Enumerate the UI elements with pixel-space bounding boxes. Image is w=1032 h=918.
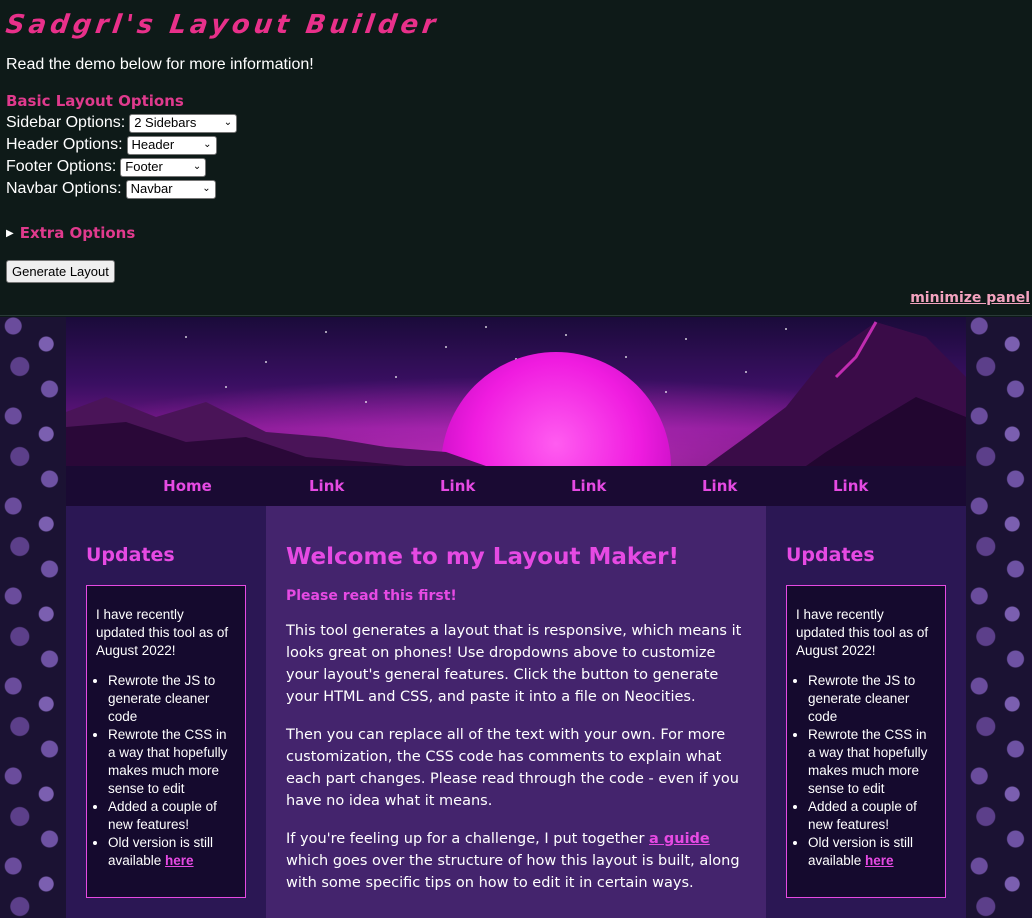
content-area: Updates I have recently updated this too… xyxy=(66,506,966,918)
header-banner-image xyxy=(66,317,966,466)
list-item: Old version is still available here xyxy=(108,834,236,870)
right-sidebar-heading: Updates xyxy=(786,544,875,566)
left-updates-list: Rewrote the JS to generate cleaner code … xyxy=(96,672,236,870)
old-version-text: Old version is still available xyxy=(108,835,214,868)
background-pattern-right xyxy=(966,317,1032,918)
right-updates-intro: I have recently updated this tool as of … xyxy=(796,607,929,658)
sidebar-option-row: Sidebar Options: 2 Sidebars ⌄ xyxy=(6,112,1026,134)
nav-link-2[interactable]: Link xyxy=(343,477,475,495)
list-item: Added a couple of new features! xyxy=(108,798,236,834)
sidebar-option-select[interactable]: 2 Sidebars ⌄ xyxy=(129,113,238,133)
disclosure-triangle-icon: ▶ xyxy=(6,227,14,239)
right-updates-box: I have recently updated this tool as of … xyxy=(786,585,946,898)
main-note: Please read this first! xyxy=(286,588,457,604)
header-option-value: Header xyxy=(131,137,175,152)
chevron-down-icon: ⌄ xyxy=(203,139,212,150)
main-paragraph-3: If you're feeling up for a challenge, I … xyxy=(286,828,746,894)
chevron-down-icon: ⌄ xyxy=(223,117,233,128)
old-version-text: Old version is still available xyxy=(808,835,914,868)
nav-link-5[interactable]: Link xyxy=(736,477,868,495)
nav-link-3[interactable]: Link xyxy=(474,477,606,495)
left-updates-box: I have recently updated this tool as of … xyxy=(86,585,246,898)
chevron-down-icon: ⌄ xyxy=(192,161,202,172)
paragraph-3-start: If you're feeling up for a challenge, I … xyxy=(286,831,650,847)
header-option-label: Header Options: xyxy=(6,136,123,153)
list-item: Rewrote the CSS in a way that hopefully … xyxy=(108,726,236,798)
generate-layout-button[interactable]: Generate Layout xyxy=(6,260,115,283)
header-option-select[interactable]: Header ⌄ xyxy=(126,135,217,155)
footer-option-select[interactable]: Footer ⌄ xyxy=(120,157,207,177)
basic-options-heading: Basic Layout Options xyxy=(6,92,184,110)
layout-builder-panel: Sadgrl's Layout Builder Read the demo be… xyxy=(0,0,1032,316)
navbar-option-value: Navbar xyxy=(130,181,173,196)
main-content: Welcome to my Layout Maker! Please read … xyxy=(266,506,766,918)
sidebar-option-value: 2 Sidebars xyxy=(134,115,197,130)
old-version-link[interactable]: here xyxy=(165,853,194,868)
navbar-option-label: Navbar Options: xyxy=(6,180,122,197)
left-sidebar-heading: Updates xyxy=(86,544,175,566)
panel-intro: Read the demo below for more information… xyxy=(6,56,314,73)
navbar: Home Link Link Link Link Link xyxy=(66,466,966,506)
main-paragraph-2: Then you can replace all of the text wit… xyxy=(286,727,739,809)
demo-site: Home Link Link Link Link Link Updates I … xyxy=(66,317,966,918)
navbar-option-row: Navbar Options: Navbar ⌄ xyxy=(6,178,1026,200)
footer-option-row: Footer Options: Footer ⌄ xyxy=(6,156,1026,178)
guide-link[interactable]: a guide xyxy=(649,831,710,847)
nav-link-4[interactable]: Link xyxy=(605,477,737,495)
footer-option-label: Footer Options: xyxy=(6,158,117,175)
paragraph-3-end: which goes over the structure of how thi… xyxy=(286,853,740,891)
old-version-link[interactable]: here xyxy=(865,853,894,868)
minimize-panel-link[interactable]: minimize panel xyxy=(910,290,1030,306)
nav-link-1[interactable]: Link xyxy=(309,477,344,495)
header-option-row: Header Options: Header ⌄ xyxy=(6,134,1026,156)
left-sidebar: Updates I have recently updated this too… xyxy=(66,506,266,918)
nav-link-home[interactable]: Home xyxy=(66,477,309,495)
navbar-option-select[interactable]: Navbar ⌄ xyxy=(125,179,216,199)
right-sidebar: Updates I have recently updated this too… xyxy=(766,506,966,918)
main-paragraph-1: This tool generates a layout that is res… xyxy=(286,623,742,705)
chevron-down-icon: ⌄ xyxy=(202,183,211,194)
list-item: Old version is still available here xyxy=(808,834,936,870)
panel-title: Sadgrl's Layout Builder xyxy=(3,10,442,40)
list-item: Rewrote the CSS in a way that hopefully … xyxy=(808,726,936,798)
main-heading: Welcome to my Layout Maker! xyxy=(286,544,679,570)
right-updates-list: Rewrote the JS to generate cleaner code … xyxy=(796,672,936,870)
extra-options-toggle[interactable]: ▶ Extra Options xyxy=(6,224,1026,242)
list-item: Added a couple of new features! xyxy=(808,798,936,834)
footer-option-value: Footer xyxy=(125,159,163,174)
list-item: Rewrote the JS to generate cleaner code xyxy=(808,672,936,726)
synthwave-sunset-illustration xyxy=(66,317,966,466)
sidebar-option-label: Sidebar Options: xyxy=(6,114,126,131)
background-pattern-left xyxy=(0,317,66,918)
list-item: Rewrote the JS to generate cleaner code xyxy=(108,672,236,726)
extra-options-label: Extra Options xyxy=(19,224,136,242)
left-updates-intro: I have recently updated this tool as of … xyxy=(96,607,229,658)
